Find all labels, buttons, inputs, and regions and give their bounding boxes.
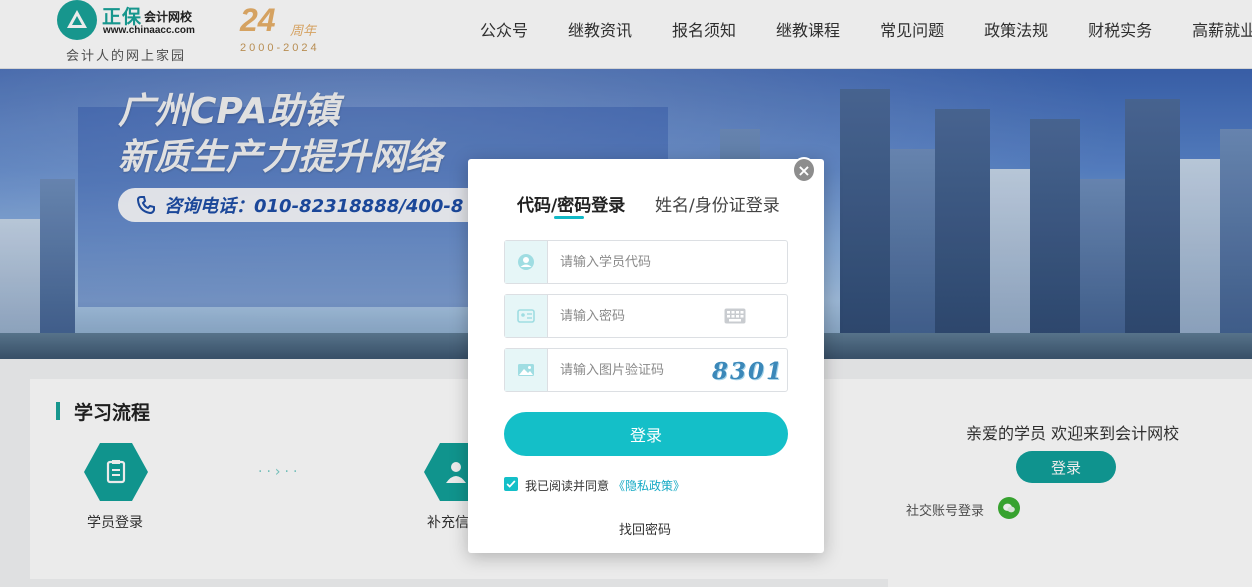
check-icon [506, 480, 516, 488]
login-button[interactable]: 登录 [504, 412, 788, 456]
keyboard-icon[interactable] [724, 308, 746, 324]
id-card-icon [505, 295, 548, 337]
tab-name-idcard[interactable]: 姓名/身份证登录 [655, 191, 780, 216]
active-tab-indicator [554, 216, 584, 219]
student-code-field [504, 240, 788, 284]
captcha-image[interactable]: 8301 [712, 358, 784, 385]
privacy-policy-link[interactable]: 《隐私政策》 [613, 477, 685, 494]
agree-text: 我已阅读并同意 [525, 479, 610, 493]
password-input[interactable] [548, 295, 787, 337]
user-icon [505, 241, 548, 283]
image-icon [505, 349, 548, 391]
student-code-input[interactable] [548, 241, 787, 283]
close-icon[interactable]: × [792, 157, 816, 183]
tab-code-password[interactable]: 代码/密码登录 [517, 191, 625, 216]
forgot-password-link[interactable]: 找回密码 [619, 519, 671, 538]
agree-checkbox[interactable] [504, 477, 518, 491]
